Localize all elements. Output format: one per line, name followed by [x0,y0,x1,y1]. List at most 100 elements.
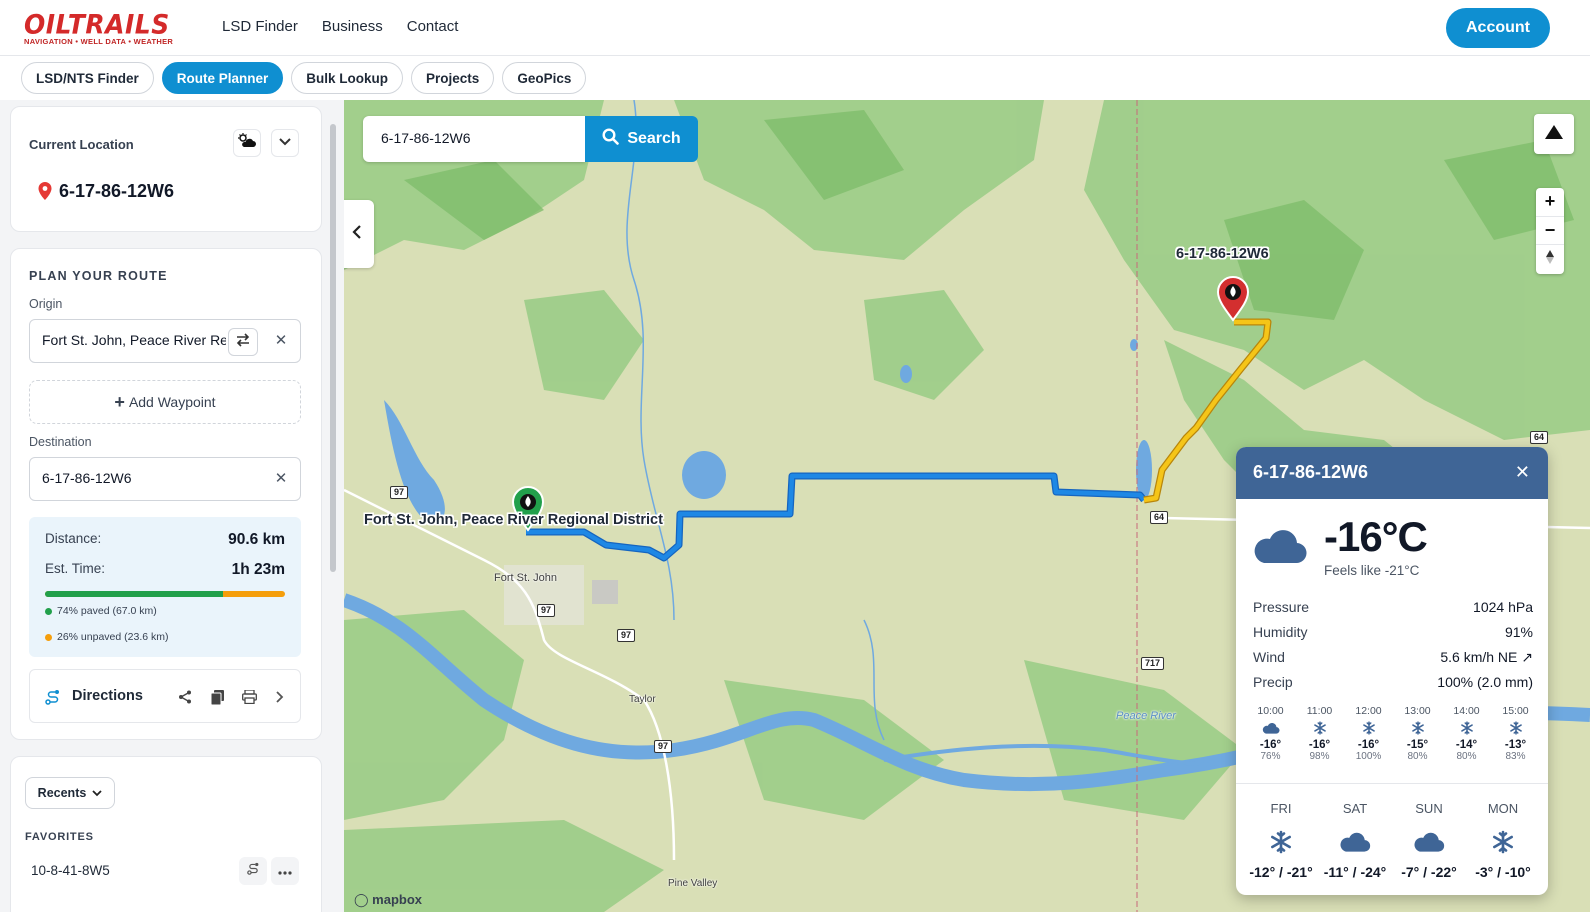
weather-toggle-button[interactable] [233,129,261,157]
hour-humidity: 98% [1309,751,1330,762]
compass-button[interactable] [1536,245,1564,274]
clear-destination-icon[interactable]: ✕ [274,470,288,488]
print-icon[interactable] [240,688,258,706]
sidebar-scrollbar[interactable] [330,124,336,572]
close-icon[interactable]: ✕ [1515,462,1530,483]
paved-dot-icon [45,607,52,615]
hour-time: 11:00 [1306,705,1333,717]
favorite-more-button[interactable] [271,857,299,885]
sidebar: Current Location 6-17-86-12W6 PLAN YOUR … [0,100,344,912]
route-icon [246,862,260,880]
tool-tabs: LSD/NTS Finder Route Planner Bulk Lookup… [0,56,1590,100]
tab-projects[interactable]: Projects [411,62,495,94]
swap-route-button[interactable] [228,328,258,356]
humidity-value: 91% [1504,624,1533,640]
paved-progress-fill [45,591,223,597]
oiltrails-logo[interactable]: OILTRAILS NAVIGATION • WELL DATA • WEATH… [24,11,184,46]
tab-route-planner[interactable]: Route Planner [161,62,284,94]
expand-location-button[interactable] [271,129,299,157]
hour-time: 12:00 [1355,705,1382,717]
weather-row-humidity: Humidity 91% [1253,624,1533,640]
copy-icon[interactable] [208,688,226,706]
directions-label: Directions [72,688,143,704]
highway-shield: 717 [1141,657,1165,670]
hour-temp: -16° [1308,739,1331,751]
current-temperature: -16°C [1324,513,1428,560]
hour-humidity: 80% [1456,751,1477,762]
nav-contact[interactable]: Contact [407,18,459,35]
snowflake-icon [1491,719,1540,737]
recents-label: Recents [37,786,87,800]
highway-shield: 64 [1530,431,1549,444]
hour-humidity: 76% [1260,751,1281,762]
origin-input[interactable] [42,332,226,348]
paved-legend: 74% paved (67.0 km) [45,605,157,617]
snowflake-icon [1393,719,1442,737]
origin-label: Origin [29,297,63,311]
account-button[interactable]: Account [1446,8,1550,48]
hour-humidity: 100% [1355,751,1382,762]
mapbox-logo-icon: ◯ [354,892,373,907]
favorites-card: Recents FAVORITES 10-8-41-8W5 [10,756,322,912]
more-icon [278,862,292,880]
map-layers-button[interactable] [1534,114,1574,154]
day-range: -7° / -22° [1401,864,1457,880]
hour-temp: -14° [1455,739,1478,751]
zoom-controls: + − [1536,188,1564,274]
route-icon [44,688,62,706]
nav-lsd-finder[interactable]: LSD Finder [222,18,298,35]
zoom-out-button[interactable]: − [1536,217,1564,246]
daily-item: SAT -11° / -24° [1318,801,1392,880]
add-waypoint-button[interactable]: + Add Waypoint [29,380,301,424]
share-icon[interactable] [176,688,194,706]
cloud-icon [1252,527,1308,570]
daily-forecast: FRI -12° / -21° SAT -11° / -24° SUN -7° / -22… [1244,801,1540,880]
chevron-left-icon [352,224,362,245]
highway-shield: 97 [537,604,556,617]
destination-input[interactable] [42,470,226,486]
nav-business[interactable]: Business [322,18,383,35]
plan-route-title: PLAN YOUR ROUTE [29,269,168,283]
pressure-value: 1024 hPa [1473,599,1533,615]
town-label-taylor: Taylor [629,694,656,705]
chevron-down-icon [278,134,292,152]
origin-map-label: Fort St. John, Peace River Regional Dist… [364,512,663,528]
hour-time: 10:00 [1257,705,1284,717]
cloud-icon [1318,824,1392,860]
hour-temp: -15° [1406,739,1429,751]
tab-bulk-lookup[interactable]: Bulk Lookup [291,62,404,94]
favorites-title: FAVORITES [25,831,94,843]
snowflake-icon [1442,719,1491,737]
favorite-route-button[interactable] [239,857,267,885]
favorite-item[interactable]: 10-8-41-8W5 [31,863,110,878]
weather-icon [237,132,257,154]
cloud-icon [1246,719,1295,737]
add-waypoint-label: Add Waypoint [128,394,216,410]
map-search-button[interactable]: Search [585,116,698,162]
day-name: SUN [1415,801,1443,816]
zoom-in-button[interactable]: + [1536,188,1564,217]
tab-lsd-nts-finder[interactable]: LSD/NTS Finder [21,62,154,94]
swap-icon [235,332,251,352]
hour-time: 14:00 [1453,705,1480,717]
mountain-icon [1544,124,1564,145]
recents-dropdown[interactable]: Recents [25,777,115,809]
clear-origin-icon[interactable]: ✕ [274,332,288,350]
day-range: -11° / -24° [1323,864,1387,880]
tab-geopics[interactable]: GeoPics [502,62,587,94]
directions-bar[interactable]: Directions [29,669,301,723]
daily-item: SUN -7° / -22° [1392,801,1466,880]
mapbox-attribution[interactable]: ◯ mapbox [354,892,422,908]
day-name: MON [1487,801,1519,816]
plus-icon: + [1544,191,1556,212]
collapse-sidebar-button[interactable] [344,200,374,268]
map-search-input[interactable] [381,130,571,146]
unpaved-dot-icon [45,633,52,641]
chevron-right-icon[interactable] [270,688,288,706]
snowflake-icon [1295,719,1344,737]
highway-shield: 97 [617,629,636,642]
plus-icon: + [114,391,125,412]
day-name: SAT [1342,801,1368,816]
compass-icon [1545,249,1555,270]
hourly-item: 11:00 -16° 98% [1295,705,1344,762]
